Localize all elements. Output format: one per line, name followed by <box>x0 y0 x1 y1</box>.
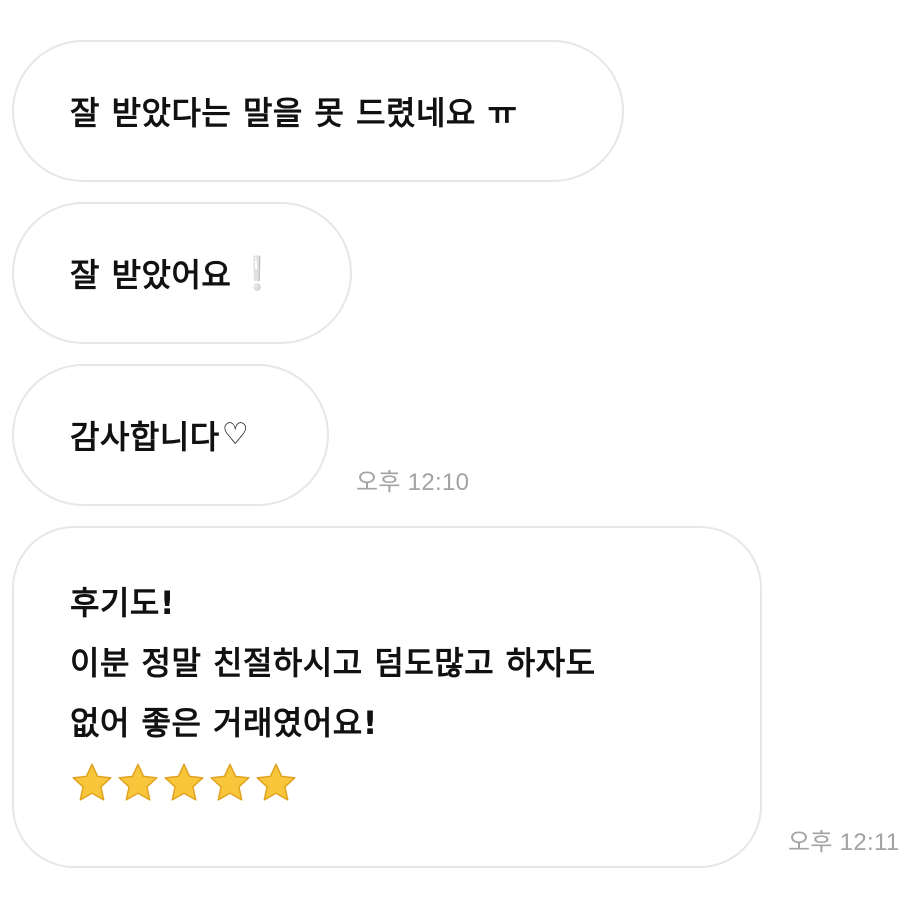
star-icon <box>164 763 204 801</box>
message-text: 감사합니다 <box>70 418 220 456</box>
message-text: 잘 받았어요 <box>70 256 232 294</box>
message-timestamp: 오후 12:11 <box>788 829 900 856</box>
white-exclamation-icon: ❕ <box>237 254 278 292</box>
message-text: 잘 받았다는 말을 못 드렸네요 ㅠ <box>70 94 518 132</box>
heart-outline-icon: ♡ <box>221 416 250 452</box>
message-timestamp: 오후 12:10 <box>356 469 470 496</box>
message-bubble[interactable]: 후기도! 이분 정말 친절하시고 덤도많고 하자도 없어 좋은 거래였어요! <box>12 526 762 868</box>
star-icon <box>72 763 112 801</box>
message-text-line: 후기도! <box>70 584 175 622</box>
message-bubble[interactable]: 감사합니다 ♡ <box>12 364 329 506</box>
message-bubble[interactable]: 잘 받았어요 ❕ <box>12 202 352 344</box>
star-icon <box>210 763 250 801</box>
message-text-line: 없어 좋은 거래였어요! <box>70 704 378 742</box>
message-text-line: 이분 정말 친절하시고 덤도많고 하자도 <box>70 644 596 682</box>
star-icon <box>118 763 158 801</box>
star-rating <box>70 761 760 805</box>
star-icon <box>256 763 296 801</box>
message-bubble[interactable]: 잘 받았다는 말을 못 드렸네요 ㅠ <box>12 40 624 182</box>
chat-screen: 잘 받았다는 말을 못 드렸네요 ㅠ 잘 받았어요 ❕ 감사합니다 ♡ 오후 12… <box>0 0 915 915</box>
